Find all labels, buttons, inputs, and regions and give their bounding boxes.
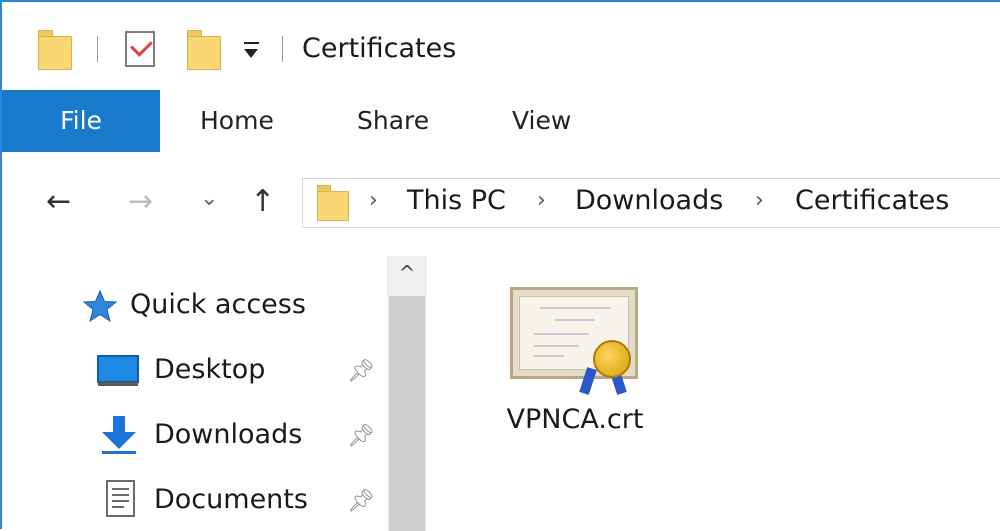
toolbar-separator — [97, 36, 98, 62]
breadcrumb-separator: › — [537, 188, 546, 213]
breadcrumb-separator: › — [755, 188, 764, 213]
address-bar[interactable]: › This PC › Downloads › Certificates — [302, 178, 1000, 228]
scroll-thumb[interactable] — [389, 296, 425, 531]
customize-dropdown-icon[interactable] — [242, 38, 262, 60]
properties-icon[interactable] — [125, 31, 155, 67]
breadcrumb-this-pc[interactable]: This PC — [407, 185, 506, 216]
nav-item-label: Desktop — [154, 354, 266, 385]
scroll-up-button[interactable]: ^ — [387, 256, 427, 290]
nav-item-label: Downloads — [154, 419, 303, 450]
pin-icon: 📌︎ — [347, 424, 375, 449]
navigation-bar: ← → ⌄ ↑ › This PC › Downloads › Certific… — [2, 152, 1000, 252]
forward-button[interactable]: → — [128, 185, 153, 219]
nav-item-label: Documents — [154, 484, 308, 515]
explorer-window: Certificates File Home Share View ← → ⌄ … — [0, 0, 1000, 531]
file-item[interactable]: VPNCA.crt — [500, 287, 650, 447]
breadcrumb-certificates[interactable]: Certificates — [795, 185, 949, 216]
navigation-pane: Quick access Desktop 📌︎ Downloads 📌︎ Doc… — [2, 252, 431, 531]
download-arrow-icon — [102, 416, 136, 454]
toolbar-separator — [282, 36, 283, 62]
ribbon-tabs: File Home Share View — [2, 90, 1000, 153]
folder-icon — [317, 185, 349, 221]
tab-file[interactable]: File — [2, 90, 160, 152]
tab-view[interactable]: View — [512, 90, 571, 152]
tab-share[interactable]: Share — [357, 90, 429, 152]
up-button[interactable]: ↑ — [250, 185, 275, 219]
nav-item-label: Quick access — [130, 289, 306, 320]
file-name: VPNCA.crt — [506, 404, 644, 435]
tab-home[interactable]: Home — [200, 90, 274, 152]
folder-icon[interactable] — [38, 30, 72, 70]
pin-icon: 📌︎ — [347, 489, 375, 514]
window-title: Certificates — [302, 33, 457, 64]
recent-locations-button[interactable]: ⌄ — [200, 182, 218, 216]
title-bar: Certificates — [2, 2, 1000, 90]
document-icon — [106, 480, 135, 517]
certificate-icon — [510, 287, 638, 395]
breadcrumb-downloads[interactable]: Downloads — [575, 185, 723, 216]
breadcrumb-separator: › — [369, 188, 378, 213]
desktop-icon — [97, 355, 139, 386]
new-folder-icon[interactable] — [187, 30, 221, 70]
file-list: VPNCA.crt — [430, 252, 1000, 531]
pin-icon: 📌︎ — [347, 359, 375, 384]
nav-pane-scrollbar[interactable]: ^ — [387, 256, 427, 531]
back-button[interactable]: ← — [46, 185, 71, 219]
star-icon — [82, 290, 118, 322]
